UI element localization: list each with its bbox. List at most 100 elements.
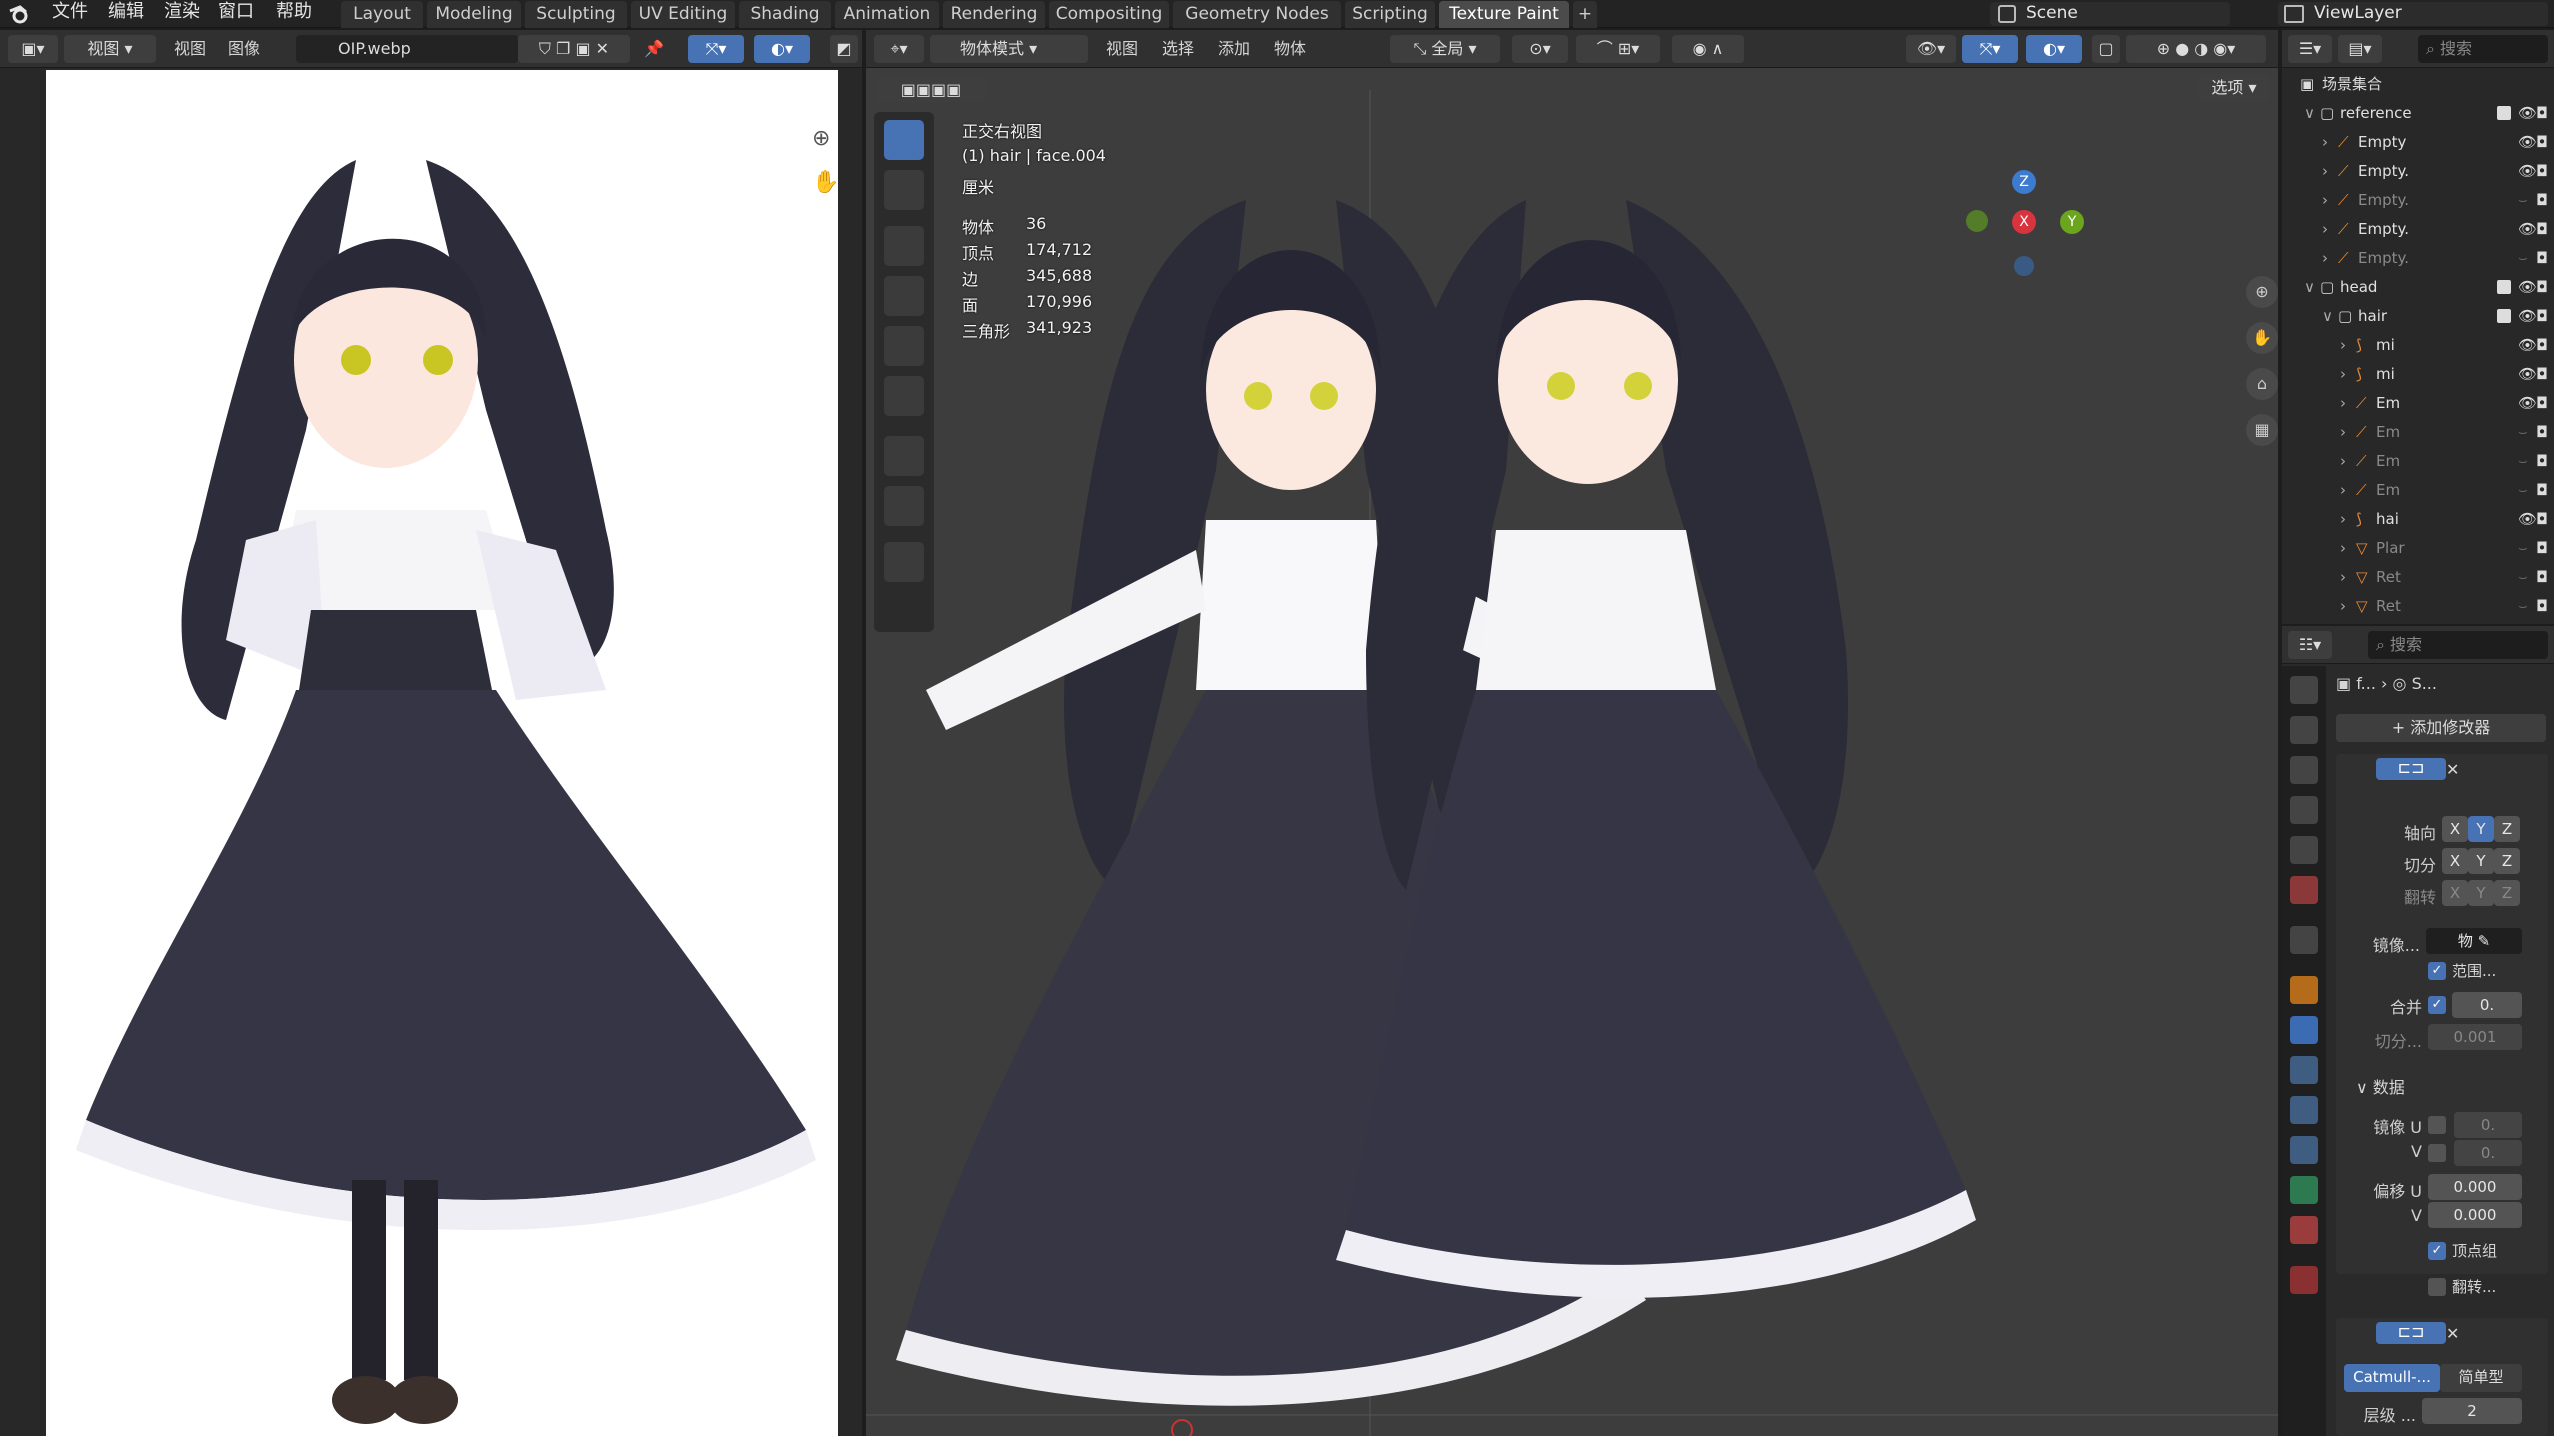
menu-help[interactable]: 帮助 (276, 0, 312, 28)
menu-view[interactable]: 视图 (174, 35, 206, 63)
offset-v-value[interactable]: 0.000 (2428, 1202, 2522, 1228)
merge-checkbox[interactable]: ✓ (2428, 996, 2446, 1014)
scene-tab-icon[interactable] (2290, 836, 2318, 864)
render-camera-icon[interactable]: ◘ (2536, 215, 2548, 244)
gizmo-y-axis[interactable]: Y (2060, 210, 2084, 234)
visibility-eye-icon[interactable]: 👁 (2518, 302, 2537, 331)
tab-animation[interactable]: Animation (835, 1, 939, 28)
ortho-toggle-icon[interactable]: ▦ (2246, 414, 2278, 446)
image-name-field[interactable]: OIP.webp (296, 35, 518, 63)
outliner-row[interactable]: › ⟆ mi 👁 ◘ (2282, 360, 2548, 389)
outliner-search[interactable]: ⌕ 搜索 (2418, 35, 2548, 63)
levels-value[interactable]: 2 (2422, 1398, 2522, 1424)
menu-file[interactable]: 文件 (52, 0, 88, 28)
render-camera-icon[interactable]: ◘ (2536, 447, 2548, 476)
collection-checkbox[interactable] (2497, 280, 2511, 294)
mirror-u-value[interactable]: 0. (2454, 1112, 2522, 1138)
vp-overlay-button[interactable]: ◐▾ (2026, 35, 2082, 63)
outliner-row[interactable]: › ⟆ hai 👁 ◘ (2282, 505, 2548, 534)
visibility-eye-icon[interactable]: 👁 (2518, 99, 2537, 128)
expand-arrow-icon[interactable]: › (2340, 389, 2346, 418)
render-camera-icon[interactable]: ◘ (2536, 360, 2548, 389)
viewport-editor-type[interactable]: ⌖▾ (874, 35, 924, 63)
tab-scripting[interactable]: Scripting (1345, 1, 1435, 28)
visibility-button[interactable]: 👁▾ (1906, 35, 1956, 63)
remove-subsurf-icon[interactable]: ✕ (2446, 1320, 2459, 1348)
scene-selector[interactable]: Scene (1990, 2, 2230, 26)
render-camera-icon[interactable]: ◘ (2536, 534, 2548, 563)
expand-arrow-icon[interactable]: ∨ (2322, 302, 2333, 331)
render-camera-icon[interactable]: ◘ (2536, 128, 2548, 157)
render-camera-icon[interactable]: ◘ (2536, 99, 2548, 128)
mode-select[interactable]: 物体模式 ▾ (930, 35, 1088, 63)
vp-menu-view[interactable]: 视图 (1106, 35, 1138, 63)
visibility-eye-icon[interactable]: ⌣ (2518, 534, 2528, 563)
proportional-button[interactable]: ◉ ∧ (1672, 35, 1744, 63)
blender-logo-icon[interactable] (8, 3, 30, 25)
menu-edit[interactable]: 编辑 (108, 0, 144, 28)
expand-arrow-icon[interactable]: ∨ (2304, 273, 2315, 302)
output-tab-icon[interactable] (2290, 756, 2318, 784)
render-camera-icon[interactable]: ◘ (2536, 244, 2548, 273)
bisect-y[interactable]: Y (2468, 848, 2494, 874)
outliner-row[interactable]: › ⟋ Empty. 👁 ◘ (2282, 215, 2548, 244)
gizmo-z-axis[interactable]: Z (2012, 170, 2036, 194)
tab-texture-paint[interactable]: Texture Paint (1439, 1, 1569, 28)
expand-arrow-icon[interactable]: › (2322, 186, 2328, 215)
visibility-eye-icon[interactable]: ⌣ (2518, 476, 2528, 505)
tab-sculpting[interactable]: Sculpting (525, 1, 627, 28)
render-camera-icon[interactable]: ◘ (2536, 389, 2548, 418)
gizmo-x-axis[interactable]: X (2012, 210, 2036, 234)
expand-arrow-icon[interactable]: › (2322, 244, 2328, 273)
tab-compositing[interactable]: Compositing (1049, 1, 1169, 28)
axis-y[interactable]: Y (2468, 816, 2494, 842)
uv-sync-button[interactable]: ⤧▾ (688, 35, 744, 63)
mirror-object-field[interactable]: 物 ✎ (2426, 928, 2522, 954)
visibility-eye-icon[interactable]: 👁 (2518, 389, 2537, 418)
outliner-row[interactable]: › ▽ Ret ⌣ ◘ (2282, 592, 2548, 621)
outliner-row[interactable]: ∨ ▢ reference 👁 ◘ (2282, 99, 2548, 128)
sidebar-toggle-icon[interactable]: ◩ (830, 35, 858, 63)
view-layer-selector[interactable]: ViewLayer (2278, 2, 2548, 26)
render-camera-icon[interactable]: ◘ (2536, 418, 2548, 447)
mirror-u-checkbox[interactable] (2428, 1116, 2446, 1134)
expand-arrow-icon[interactable]: › (2340, 592, 2346, 621)
modifier-tab-icon[interactable] (2290, 1016, 2318, 1044)
expand-arrow-icon[interactable]: › (2340, 563, 2346, 592)
visibility-eye-icon[interactable]: ⌣ (2518, 447, 2528, 476)
outliner-row[interactable]: › ⟋ Empty. 👁 ◘ (2282, 157, 2548, 186)
simple-button[interactable]: 简单型 (2440, 1364, 2522, 1392)
outliner-row[interactable]: › ⟋ Em ⌣ ◘ (2282, 418, 2548, 447)
pivot-button[interactable]: ⊙▾ (1512, 35, 1568, 63)
expand-arrow-icon[interactable]: › (2322, 215, 2328, 244)
expand-arrow-icon[interactable]: › (2340, 331, 2346, 360)
render-camera-icon[interactable]: ◘ (2536, 505, 2548, 534)
menu-render[interactable]: 渲染 (164, 0, 200, 28)
visibility-eye-icon[interactable]: 👁 (2518, 360, 2537, 389)
visibility-eye-icon[interactable]: 👁 (2518, 273, 2537, 302)
menu-image[interactable]: 图像 (228, 35, 260, 63)
add-modifier-button[interactable]: + 添加修改器 (2336, 714, 2546, 742)
expand-arrow-icon[interactable]: › (2322, 128, 2328, 157)
flip-x[interactable]: X (2442, 880, 2468, 906)
flip-z[interactable]: Z (2494, 880, 2520, 906)
tab-shading[interactable]: Shading (739, 1, 831, 28)
object-tab-icon[interactable] (2290, 976, 2318, 1004)
outliner-row[interactable]: ∨ ▢ head 👁 ◘ (2282, 273, 2548, 302)
gizmo-neg-y[interactable] (1966, 210, 1988, 232)
expand-arrow-icon[interactable]: › (2340, 476, 2346, 505)
vp-menu-object[interactable]: 物体 (1274, 35, 1306, 63)
outliner-row[interactable]: ∨ ▢ hair 👁 ◘ (2282, 302, 2548, 331)
vertex-groups-checkbox[interactable]: ✓ (2428, 1242, 2446, 1260)
visibility-eye-icon[interactable]: ⌣ (2518, 592, 2528, 621)
constraints-tab-icon[interactable] (2290, 1136, 2318, 1164)
tool-tab-icon[interactable] (2290, 676, 2318, 704)
pan-hand-icon[interactable]: ✋ (812, 170, 842, 200)
tab-rendering[interactable]: Rendering (943, 1, 1045, 28)
tab-uv-editing[interactable]: UV Editing (631, 1, 735, 28)
outliner-row[interactable]: › ⟋ Em ⌣ ◘ (2282, 447, 2548, 476)
pan-view-icon[interactable]: ✋ (2246, 322, 2278, 354)
expand-arrow-icon[interactable]: ∨ (2304, 99, 2315, 128)
outliner-row[interactable]: › ⟆ mi 👁 ◘ (2282, 331, 2548, 360)
snap-button[interactable]: ⌒ ⊞▾ (1576, 35, 1660, 63)
